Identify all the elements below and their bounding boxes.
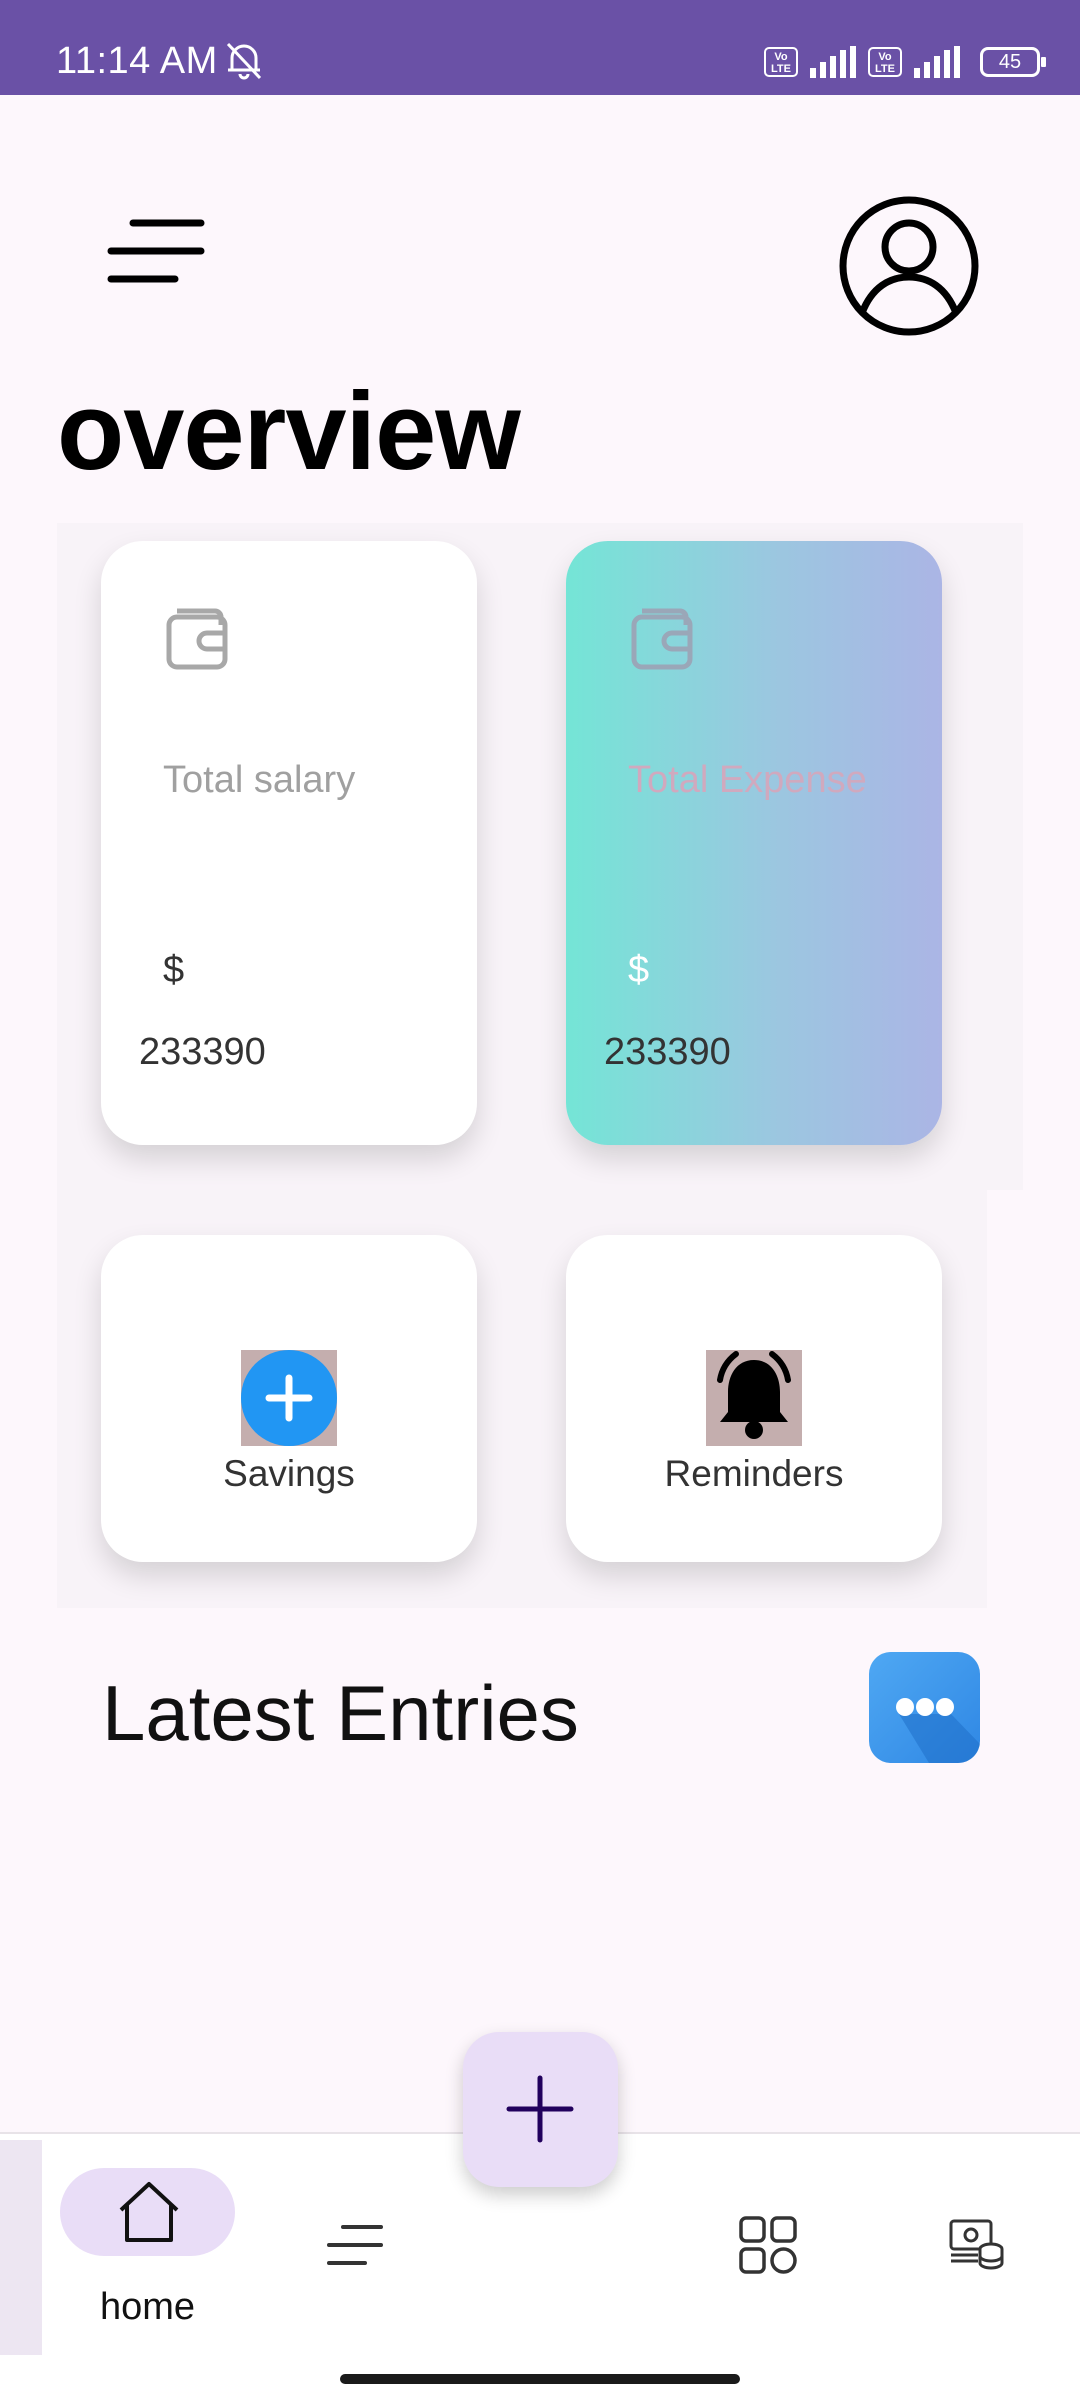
savings-icon-box [241,1350,337,1446]
status-indicators: Vo LTE Vo LTE 45 [764,44,1046,80]
grid-icon[interactable] [738,2215,798,2275]
add-circle-icon [241,1350,337,1446]
status-bar: 11:14 AM Vo LTE Vo LTE 45 [0,0,1080,95]
reminders-icon-box [706,1350,802,1446]
battery-icon: 45 [980,47,1046,77]
savings-label: Savings [223,1453,355,1494]
volte-badge-2: Vo LTE [868,47,902,77]
bell-icon [717,1351,791,1439]
currency-symbol: $ [628,949,650,991]
add-entry-button[interactable] [463,2032,618,2187]
card-label: Total salary [163,759,356,801]
card-label: Total Expense [628,759,867,801]
status-time: 11:14 AM [56,40,218,82]
expense-amount: 233390 [604,1031,731,1073]
nav-edge [0,2140,42,2355]
savings-button[interactable]: Savings [101,1235,477,1562]
gesture-handle[interactable] [340,2374,740,2384]
signal-icon [810,46,856,78]
home-icon [119,2182,179,2242]
total-salary-card[interactable]: Total salary $ 233390 [101,541,477,1145]
menu-icon[interactable] [105,215,205,290]
battery-level: 45 [998,51,1022,73]
wallet-icon [166,608,228,670]
more-horizontal-icon [896,1698,980,1763]
reminders-button[interactable]: Reminders [566,1235,942,1562]
page-title: overview [57,370,521,493]
money-icon[interactable] [948,2215,1004,2271]
notifications-muted-icon [226,42,262,80]
total-expense-card[interactable]: Total Expense $ 233390 [566,541,942,1145]
nav-item-home[interactable]: home [60,2168,235,2328]
account-circle-icon[interactable] [838,195,980,337]
reminders-label: Reminders [664,1453,844,1494]
latest-entries-title: Latest Entries [102,1669,579,1757]
currency-symbol: $ [163,949,185,991]
signal-icon-2 [914,46,960,78]
list-icon[interactable] [325,2222,385,2268]
nav-home-label: home [99,2286,196,2328]
salary-amount: 233390 [139,1031,266,1073]
plus-icon [506,2075,574,2143]
wallet-icon [631,608,693,670]
more-button[interactable] [869,1652,980,1763]
volte-badge: Vo LTE [764,47,798,77]
shortcut-panel: Savings Reminders [57,1190,987,1608]
summary-panel: Total salary $ 233390 Total Expense $ 23… [57,523,1023,1190]
